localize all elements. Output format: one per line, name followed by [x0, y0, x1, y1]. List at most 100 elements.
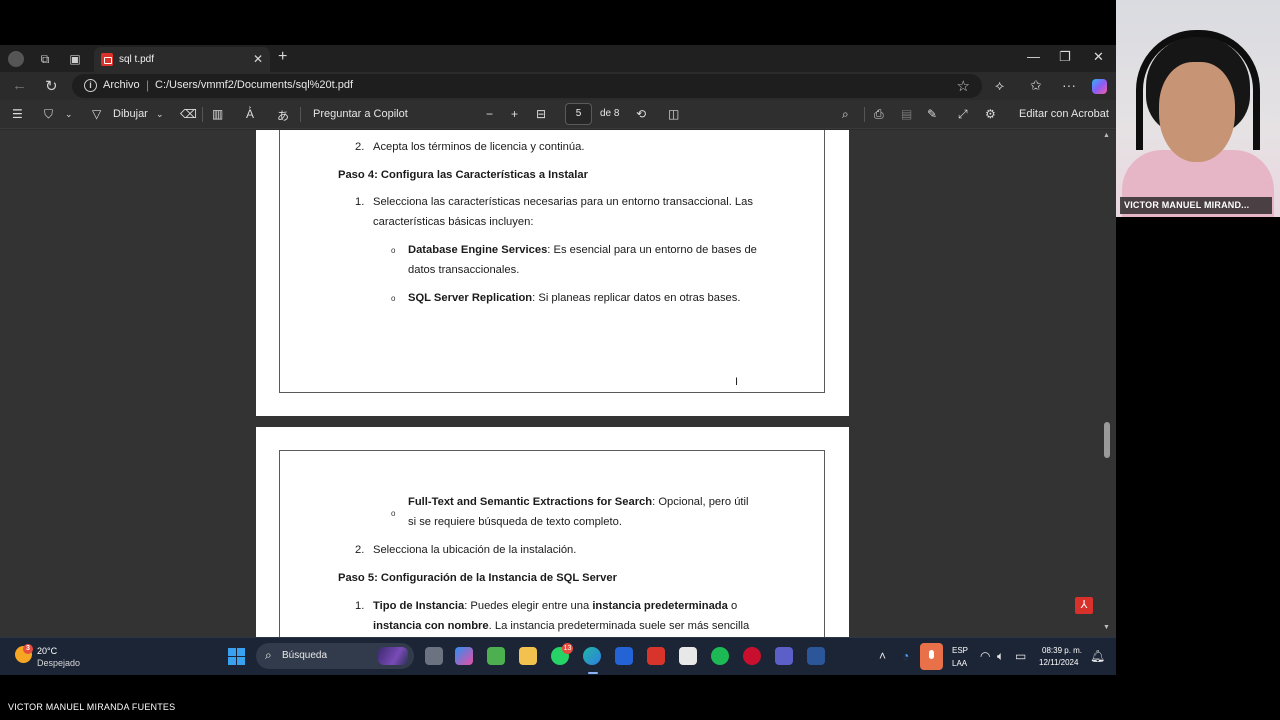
launcher-icon[interactable] [615, 647, 633, 665]
address-bar: ← ↻ i Archivo | C:/Users/vmmf2/Documents… [0, 72, 1116, 100]
chevron-down-icon[interactable]: ⌄ [65, 109, 73, 120]
tab-sql-pdf[interactable]: sql t.pdf ✕ [94, 47, 270, 72]
two-page-icon[interactable]: ◫ [668, 107, 679, 121]
zoom-out-icon[interactable]: − [486, 107, 493, 121]
refresh-icon[interactable]: ↻ [45, 77, 58, 95]
term: Tipo de Instancia [373, 600, 465, 612]
microphone-icon[interactable] [920, 643, 943, 670]
highlight-icon[interactable]: ⛉ [44, 107, 53, 122]
new-tab-icon[interactable]: + [278, 48, 287, 66]
list-item-text: datos transaccionales. [408, 264, 520, 276]
pdf-viewer[interactable]: 2. Acepta los términos de licencia y con… [0, 130, 1116, 637]
info-icon[interactable]: i [84, 79, 97, 92]
tab-actions-icon[interactable]: ▣ [67, 51, 83, 67]
chevron-down-icon[interactable]: ⌄ [156, 109, 164, 120]
search-icon[interactable]: ⌕ [842, 107, 849, 122]
clock-time[interactable]: 08:39 p. m. [1042, 646, 1082, 655]
list-item-text: Selecciona la ubicación de la instalació… [373, 544, 577, 556]
minecraft-icon[interactable] [487, 647, 505, 665]
scrollbar-thumb[interactable] [1104, 422, 1110, 458]
teams-icon[interactable] [775, 647, 793, 665]
search-highlight-image [378, 647, 408, 665]
fullscreen-icon[interactable]: ⤢ [958, 107, 968, 122]
ask-copilot-button[interactable]: Preguntar a Copilot [313, 108, 408, 120]
browser-window: ⧉ ▣ sql t.pdf ✕ + — ❐ ✕ ← ↻ i Archivo | … [0, 45, 1116, 637]
url-scheme-label: Archivo [103, 79, 140, 91]
list-item-text: características básicas incluyen: [373, 216, 534, 228]
opera-icon[interactable] [743, 647, 761, 665]
bullet-icon: o [391, 294, 396, 303]
clock-date[interactable]: 12/11/2024 [1039, 658, 1078, 667]
extensions-icon[interactable]: ⟡ [995, 77, 1004, 94]
rotate-icon[interactable]: ⟲ [636, 107, 646, 121]
weather-badge: 3 [23, 644, 33, 654]
toolbar-divider [300, 107, 301, 122]
weather-temperature[interactable]: 20°C [37, 646, 57, 656]
url-box[interactable]: i Archivo | C:/Users/vmmf2/Documents/sql… [72, 74, 982, 98]
erase-icon[interactable]: ⌫ [180, 107, 197, 121]
taskbar-search[interactable]: ⌕ Búsqueda [256, 643, 414, 669]
minimize-icon[interactable]: — [1027, 49, 1040, 64]
store-icon[interactable] [679, 647, 697, 665]
feature-name: SQL Server Replication [408, 292, 533, 304]
copilot-icon[interactable] [1092, 79, 1107, 94]
favorite-star-icon[interactable]: ☆ [957, 77, 970, 95]
favorites-icon[interactable]: ✩ [1030, 77, 1042, 94]
contents-icon[interactable]: ☰ [12, 107, 23, 121]
participant-name: VICTOR MANUEL MIRAND... [1120, 197, 1272, 214]
keyboard-layout[interactable]: LAA [952, 659, 967, 668]
restore-icon[interactable]: ❐ [1059, 49, 1071, 65]
clock-app-icon[interactable]: ◔ [902, 649, 909, 663]
translate-icon[interactable]: あ [277, 107, 289, 124]
volume-icon[interactable]: 🔈︎ [997, 649, 1004, 664]
acrobat-icon[interactable]: ⅄ [1075, 597, 1093, 614]
copilot-app-icon[interactable] [455, 647, 473, 665]
print-icon[interactable]: ⎙ [874, 107, 884, 122]
mcafee-icon[interactable] [647, 647, 665, 665]
wifi-icon[interactable]: ◠ [980, 649, 990, 663]
list-item-text: Database Engine Services: Es esencial pa… [408, 240, 757, 260]
list-number: 2. [355, 141, 365, 153]
back-icon[interactable]: ← [12, 77, 27, 94]
close-tab-icon[interactable]: ✕ [253, 52, 263, 66]
start-tile [228, 648, 236, 656]
word-icon[interactable] [807, 647, 825, 665]
notification-bell-icon[interactable]: 🔔︎ [1090, 649, 1105, 663]
edge-icon[interactable] [583, 647, 601, 665]
scroll-up-icon[interactable]: ▲ [1103, 132, 1110, 139]
read-aloud-icon[interactable]: A͐ [246, 107, 254, 121]
fit-page-icon[interactable]: ⊟ [536, 107, 546, 121]
zoom-in-icon[interactable]: + [511, 107, 518, 121]
chevron-up-icon[interactable]: ˄ [879, 649, 886, 663]
language-code[interactable]: ESP [952, 646, 968, 655]
pdf-toolbar: ☰ ⛉ ⌄ ▽ Dibujar ⌄ ⌫ ▥ A͐ あ Preguntar a C… [0, 100, 1116, 129]
webcam-feed: VICTOR MANUEL MIRAND... [1116, 0, 1280, 217]
page-number-input[interactable]: 5 [565, 103, 592, 125]
more-icon[interactable]: ··· [1062, 77, 1076, 93]
file-explorer-icon[interactable] [519, 647, 537, 665]
start-button[interactable] [228, 648, 245, 665]
workspaces-icon[interactable]: ⧉ [37, 51, 53, 67]
draw-icon[interactable]: ▽ [92, 107, 101, 121]
save-as-icon[interactable]: ✎ [927, 107, 937, 121]
step-heading: Paso 4: Configura las Características a … [338, 169, 588, 181]
presenter-caption: VICTOR MANUEL MIRANDA FUENTES [8, 702, 176, 712]
settings-icon[interactable]: ⚙ [985, 107, 996, 121]
edit-with-acrobat-button[interactable]: Editar con Acrobat [1019, 108, 1109, 120]
save-icon[interactable]: ▤ [901, 107, 912, 121]
running-indicator [588, 672, 598, 674]
taskbar: 3 20°C Despejado ⌕ Búsqueda 13 ˄ ◔ ESP L… [0, 637, 1116, 675]
scroll-down-icon[interactable]: ▼ [1103, 624, 1110, 631]
draw-button[interactable]: Dibujar [113, 108, 148, 120]
feature-name: Database Engine Services [408, 244, 548, 256]
task-view-icon[interactable] [425, 647, 443, 665]
weather-description[interactable]: Despejado [37, 658, 80, 668]
close-window-icon[interactable]: ✕ [1093, 49, 1104, 65]
page-view-icon[interactable]: ▥ [212, 107, 223, 121]
battery-icon[interactable]: ▭ [1015, 649, 1026, 663]
profile-icon[interactable] [8, 51, 24, 67]
spotify-icon[interactable] [711, 647, 729, 665]
list-item-text: Tipo de Instancia: Puedes elegir entre u… [373, 596, 767, 616]
url-text[interactable]: C:/Users/vmmf2/Documents/sql%20t.pdf [155, 79, 353, 91]
start-tile [228, 657, 236, 665]
